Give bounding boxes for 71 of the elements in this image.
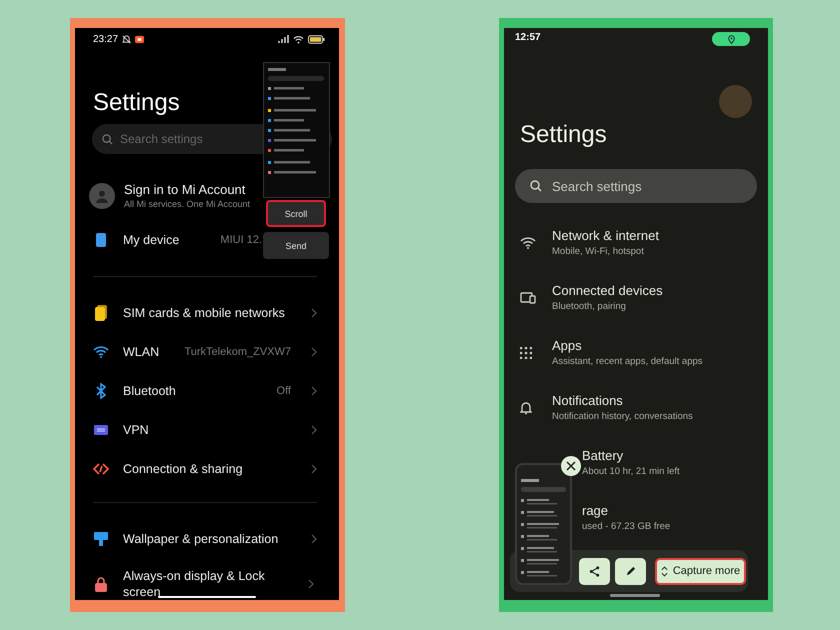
- phone-icon: [95, 232, 107, 248]
- status-time: 23:27: [93, 34, 118, 44]
- menu-button[interactable]: Scroll: [266, 200, 326, 227]
- settings-item[interactable]: Apps: [552, 336, 703, 354]
- chevron-icon: [311, 346, 317, 356]
- search-field[interactable]: Search settings: [515, 169, 757, 203]
- signal-icon: [277, 34, 289, 44]
- account-title[interactable]: Sign in to Mi Account: [124, 182, 250, 198]
- sim-card-icon: [94, 304, 108, 320]
- settings-item[interactable]: Network & internet: [552, 226, 659, 244]
- item-subtitle: Notification history, conversations: [552, 410, 693, 424]
- avatar-icon: [89, 183, 115, 209]
- settings-item[interactable]: rage: [582, 502, 670, 520]
- share-button[interactable]: [579, 558, 610, 584]
- settings-item[interactable]: Battery: [582, 446, 680, 464]
- edit-button[interactable]: [615, 558, 646, 584]
- search-icon: [530, 180, 542, 192]
- pencil-icon: [625, 566, 636, 576]
- lock-icon: [94, 576, 108, 592]
- settings-item[interactable]: Notifications: [552, 392, 693, 410]
- bell-off-icon: [122, 34, 132, 44]
- item-value: TurkTelekom_ZVXW7: [184, 346, 291, 358]
- vpn-icon: [94, 424, 108, 434]
- settings-item[interactable]: Connected devices: [552, 282, 663, 300]
- item-subtitle: used - 67.23 GB free: [582, 520, 670, 534]
- location-indicator: [712, 32, 750, 46]
- screenshot-preview[interactable]: [263, 62, 330, 198]
- chevron-icon: [311, 424, 317, 434]
- settings-item[interactable]: Bluetooth: [123, 382, 263, 398]
- item-subtitle: Bluetooth, pairing: [552, 300, 627, 314]
- home-indicator: [610, 594, 660, 597]
- item-value: MIUI 12.: [220, 234, 262, 246]
- settings-item[interactable]: Always-on display & Lock screen: [123, 568, 288, 600]
- chevron-icon: [311, 308, 317, 318]
- chevron-icon: [311, 386, 317, 396]
- menu-button[interactable]: Send: [263, 232, 329, 259]
- bluetooth-icon: [95, 382, 107, 398]
- item-subtitle: Mobile, Wi-Fi, hotspot: [552, 244, 645, 258]
- settings-item[interactable]: SIM cards & mobile networks: [123, 304, 291, 320]
- close-icon: [566, 461, 576, 471]
- capture-more-button[interactable]: Capture more: [655, 558, 746, 584]
- item-value: Off: [276, 384, 291, 396]
- settings-item[interactable]: Wallpaper & personalization: [123, 530, 291, 546]
- settings-item[interactable]: Connection & sharing: [123, 460, 291, 476]
- search-icon: [102, 134, 113, 145]
- page-title: Settings: [520, 120, 607, 150]
- settings-item[interactable]: VPN: [123, 422, 291, 438]
- account-subtitle: All Mi services. One Mi Account: [124, 198, 250, 210]
- wifi-icon: [93, 346, 109, 358]
- expand-icon: [660, 566, 668, 576]
- apps-grid-icon: [520, 346, 532, 358]
- bell-icon: [520, 400, 532, 414]
- chevron-icon: [311, 464, 317, 474]
- screenshot-preview[interactable]: [515, 463, 572, 585]
- settings-item[interactable]: My device: [123, 232, 206, 248]
- item-subtitle: About 10 hr, 21 min left: [582, 464, 680, 478]
- chevron-icon: [308, 579, 314, 589]
- connection-icon: [93, 462, 109, 476]
- item-subtitle: Assistant, recent apps, default apps: [552, 354, 703, 368]
- devices-icon: [520, 292, 536, 304]
- share-icon: [589, 566, 600, 576]
- video-icon: [135, 34, 144, 44]
- battery-icon: [308, 34, 325, 44]
- wifi-icon: [520, 236, 536, 248]
- wifi-icon: [293, 34, 304, 44]
- chevron-icon: [311, 534, 317, 544]
- page-title: Settings: [92, 88, 181, 118]
- paint-roller-icon: [94, 530, 108, 546]
- settings-item[interactable]: WLAN: [123, 344, 170, 360]
- close-button[interactable]: [561, 456, 581, 476]
- status-time: 12:57: [515, 32, 542, 42]
